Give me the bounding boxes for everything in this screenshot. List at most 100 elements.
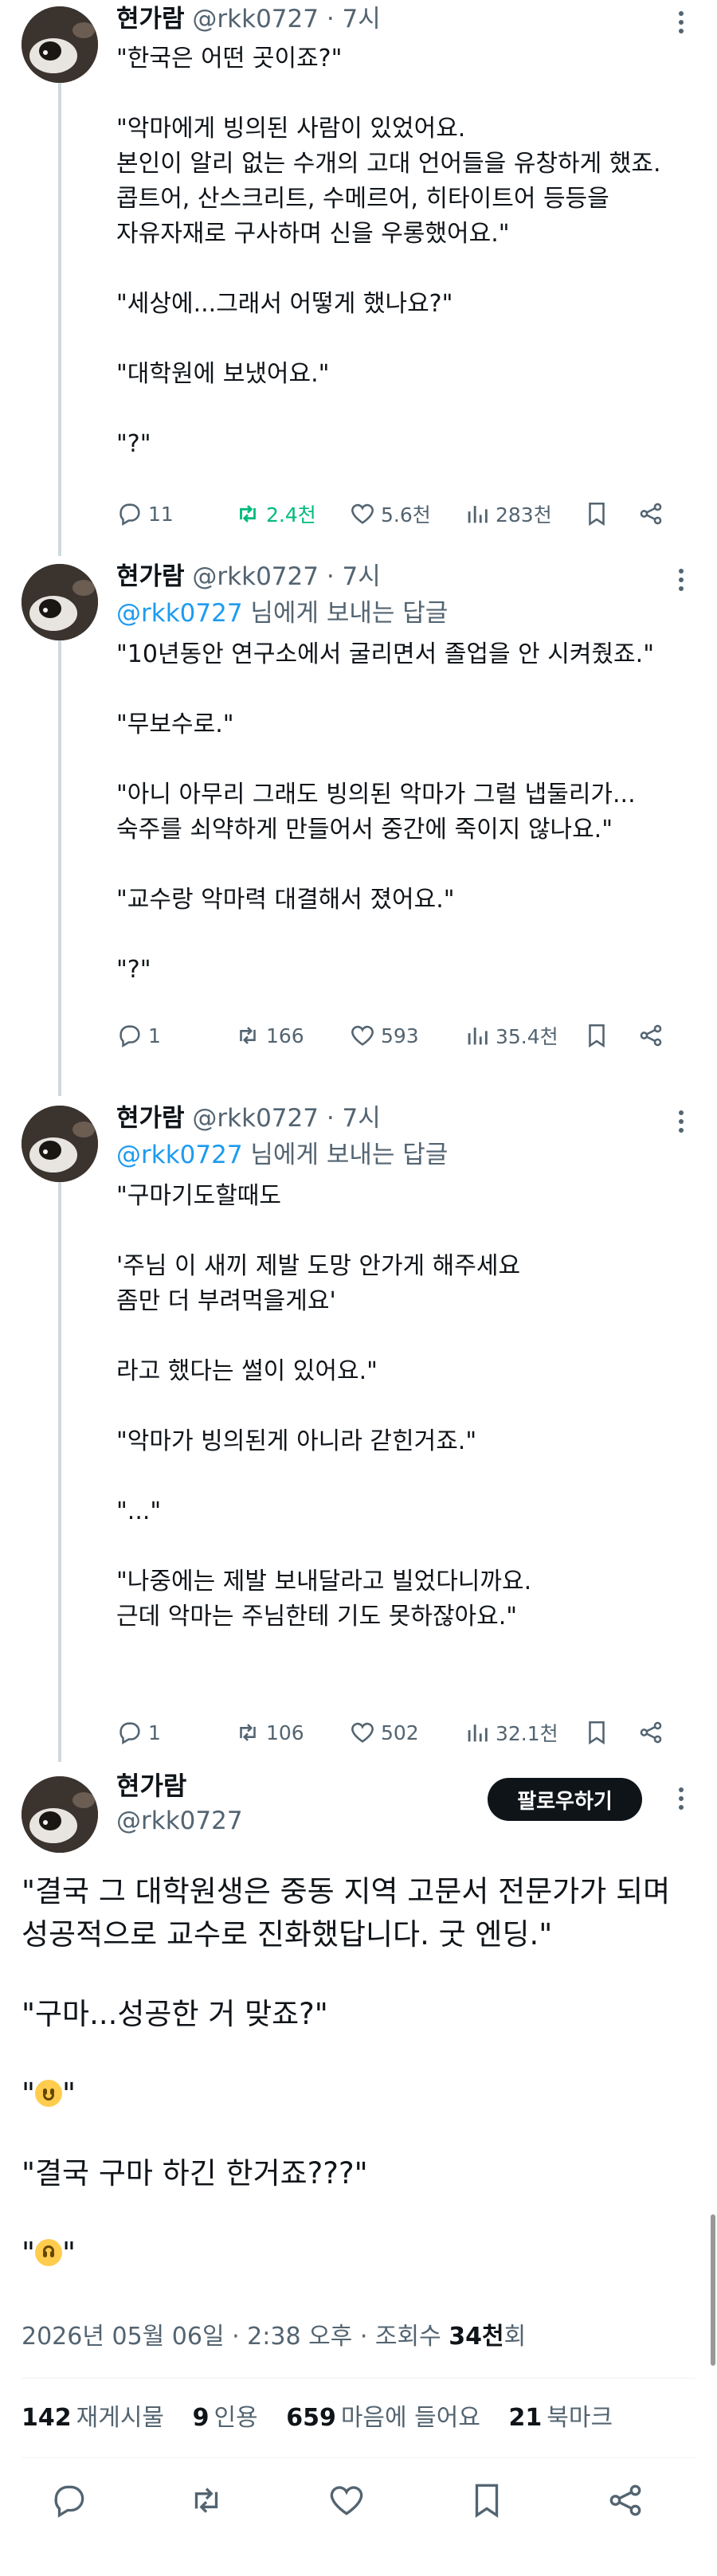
reply-icon xyxy=(120,1722,140,1745)
timestamp[interactable]: · 7시 xyxy=(327,562,381,591)
reply-context-label: 님에게 보내는 답글 xyxy=(242,1141,449,1169)
more-options-icon[interactable] xyxy=(679,569,685,593)
tweet-paragraph: "결국 그 대학원생은 중동 지역 고문서 전문가가 되며 성공적으로 교수로 … xyxy=(22,1874,671,1952)
tweet-paragraph: "한국은 어떤 곳이죠?" xyxy=(116,45,343,72)
reply-icon[interactable] xyxy=(49,2480,89,2520)
avatar[interactable] xyxy=(22,1106,98,1182)
bookmark-icon[interactable] xyxy=(467,2480,507,2520)
views-button[interactable]: 35.4천 xyxy=(464,1020,558,1051)
share-icon[interactable] xyxy=(637,1719,664,1746)
tweet-2[interactable]: 현가람 @rkk0727 · 7시 @rkk0727 님에게 보내는 답글 "1… xyxy=(0,558,717,1099)
views-button[interactable]: 283천 xyxy=(464,498,552,530)
main-tweet: 현가람 @rkk0727 팔로우하기 "결국 그 대학원생은 중동 지역 고문서… xyxy=(0,1768,717,2326)
tweet-paragraph: 라고 했다는 썰이 있어요." xyxy=(116,1357,378,1385)
quote-mark: " xyxy=(22,2077,36,2111)
retweet-count: 166 xyxy=(266,1024,304,1047)
timestamp[interactable]: · 7시 xyxy=(327,1104,381,1133)
view-count: 35.4천 xyxy=(496,1025,558,1048)
heart-icon[interactable] xyxy=(327,2480,366,2520)
upside-down-face-icon xyxy=(35,2239,63,2266)
bookmark-icon[interactable] xyxy=(583,1022,610,1049)
user-handle[interactable]: @rkk0727 xyxy=(192,5,319,33)
reposts-stat[interactable]: 142 재게시물 xyxy=(22,2404,164,2432)
tweet-actions: 1 106 502 32.1천 xyxy=(116,1717,690,1748)
reply-button[interactable]: 1 xyxy=(116,1717,161,1748)
tweet-paragraph: "?" xyxy=(116,430,151,458)
tweet-paragraph: '주님 이 새끼 제발 도망 안가게 해주세요 좀만 더 부려먹을게요' xyxy=(116,1252,521,1315)
quotes-stat[interactable]: 9 인용 xyxy=(193,2404,258,2432)
retweet-count: 2.4천 xyxy=(266,503,316,527)
follow-button[interactable]: 팔로우하기 xyxy=(488,1778,642,1821)
like-button[interactable]: 502 xyxy=(349,1717,419,1748)
like-button[interactable]: 5.6천 xyxy=(349,498,431,530)
reply-context: @rkk0727 님에게 보내는 답글 xyxy=(116,597,448,629)
tweet-paragraph: " " xyxy=(22,2232,699,2275)
bookmark-icon[interactable] xyxy=(583,1719,610,1746)
like-count: 502 xyxy=(381,1721,419,1744)
post-date[interactable]: 2026년 05월 06일 · 2:38 오후 · 조회수 xyxy=(22,2323,449,2351)
reply-button[interactable]: 1 xyxy=(116,1020,161,1051)
user-handle[interactable]: @rkk0727 xyxy=(192,562,319,591)
tweet-actions: 11 2.4천 5.6천 283천 xyxy=(116,498,690,530)
retweet-button[interactable]: 106 xyxy=(234,1717,304,1748)
like-count: 5.6천 xyxy=(381,503,431,527)
bookmarks-stat[interactable]: 21 북마크 xyxy=(509,2404,613,2432)
scrollbar[interactable] xyxy=(711,2214,715,2366)
share-icon[interactable] xyxy=(637,500,664,527)
view-suffix: 회 xyxy=(503,2323,527,2351)
user-handle[interactable]: @rkk0727 xyxy=(116,1805,243,1837)
retweet-icon xyxy=(240,505,256,523)
share-icon[interactable] xyxy=(605,2480,645,2520)
engagement-stats: 142 재게시물 9 인용 659 마음에 들어요 21 북마크 xyxy=(22,2402,613,2434)
reply-count: 11 xyxy=(148,502,174,526)
reply-icon xyxy=(120,503,140,527)
tweet-text: "한국은 어떤 곳이죠?" "악마에게 빙의된 사람이 있었어요. 본인이 알리… xyxy=(116,41,706,462)
timestamp[interactable]: · 7시 xyxy=(327,5,381,33)
tweet-header: 현가람 @rkk0727 · 7시 xyxy=(116,561,381,593)
view-count: 283천 xyxy=(496,503,552,527)
tweet-3[interactable]: 현가람 @rkk0727 · 7시 @rkk0727 님에게 보내는 답글 "구… xyxy=(0,1099,717,1768)
display-name[interactable]: 현가람 xyxy=(116,5,185,33)
avatar[interactable] xyxy=(22,6,98,83)
reply-button[interactable]: 11 xyxy=(116,498,174,530)
avatar[interactable] xyxy=(22,1776,98,1853)
views-button[interactable]: 32.1천 xyxy=(464,1717,558,1748)
more-options-icon[interactable] xyxy=(679,1787,685,1811)
retweet-button[interactable]: 2.4천 xyxy=(234,498,316,530)
reply-icon xyxy=(120,1025,140,1048)
avatar[interactable] xyxy=(22,564,98,640)
retweet-icon xyxy=(240,1027,256,1044)
like-button[interactable]: 593 xyxy=(349,1020,419,1051)
retweet-icon[interactable] xyxy=(186,2480,226,2520)
retweet-button[interactable]: 166 xyxy=(234,1020,304,1051)
heart-icon xyxy=(351,503,374,524)
reply-mention[interactable]: @rkk0727 xyxy=(116,1141,243,1169)
display-name[interactable]: 현가람 xyxy=(116,562,185,591)
tweet-paragraph: "아니 아무리 그래도 빙의된 악마가 그럴 냅둘리가... 숙주를 쇠약하게 … xyxy=(116,781,636,844)
quote-mark: " xyxy=(62,2236,76,2270)
tweet-paragraph: "악마에게 빙의된 사람이 있었어요. 본인이 알리 없는 수개의 고대 언어들… xyxy=(116,115,661,248)
tweet-meta: 2026년 05월 06일 · 2:38 오후 · 조회수 34천회 xyxy=(22,2321,526,2353)
display-name[interactable]: 현가람 xyxy=(116,1768,186,1803)
bookmark-icon[interactable] xyxy=(583,500,610,527)
user-handle[interactable]: @rkk0727 xyxy=(192,1104,319,1133)
view-count: 34천 xyxy=(449,2323,504,2351)
tweet-paragraph: "세상에...그래서 어떻게 했나요?" xyxy=(116,290,453,318)
tweet-paragraph: "결국 구마 하긴 한거죠???" xyxy=(22,2156,368,2190)
main-action-bar xyxy=(0,2469,717,2533)
reply-count: 1 xyxy=(148,1024,161,1047)
reply-context-label: 님에게 보내는 답글 xyxy=(242,599,449,628)
more-options-icon[interactable] xyxy=(679,11,685,35)
more-options-icon[interactable] xyxy=(679,1110,685,1134)
tweet-header: 현가람 @rkk0727 · 7시 xyxy=(116,1102,381,1134)
quote-mark: " xyxy=(62,2077,76,2111)
tweet-text: "구마기도할때도 '주님 이 새끼 제발 도망 안가게 해주세요 좀만 더 부려… xyxy=(116,1179,706,1634)
share-icon[interactable] xyxy=(637,1022,664,1049)
tweet-paragraph: "구마...성공한 거 맞죠?" xyxy=(22,1997,328,2031)
likes-stat[interactable]: 659 마음에 들어요 xyxy=(286,2404,480,2432)
reply-mention[interactable]: @rkk0727 xyxy=(116,599,243,628)
tweet-1[interactable]: 현가람 @rkk0727 · 7시 "한국은 어떤 곳이죠?" "악마에게 빙의… xyxy=(0,0,717,558)
display-name[interactable]: 현가람 xyxy=(116,1104,185,1133)
slightly-smiling-face-icon xyxy=(35,2080,63,2107)
tweet-paragraph: "..." xyxy=(116,1497,162,1525)
